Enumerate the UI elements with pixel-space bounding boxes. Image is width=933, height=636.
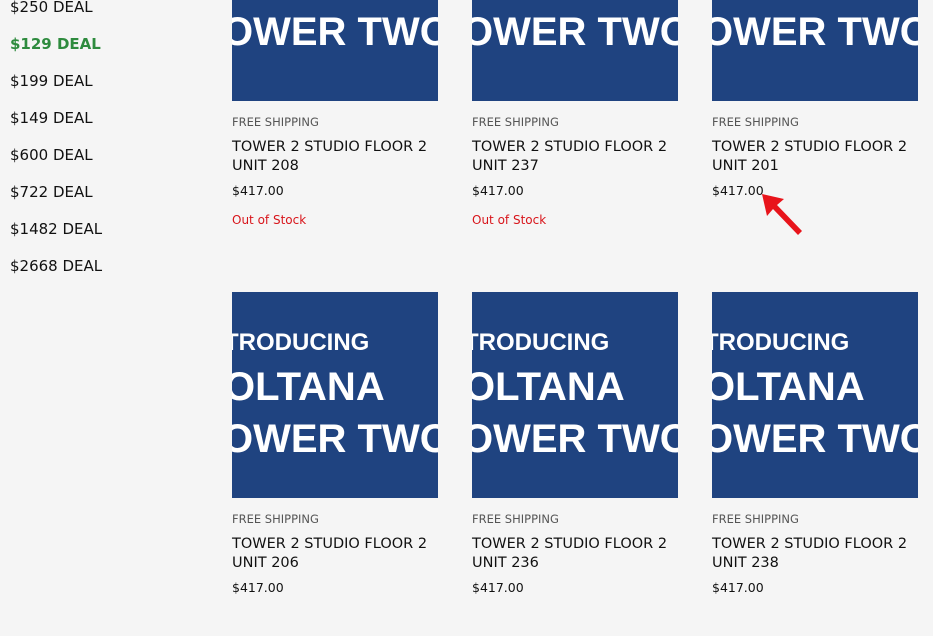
deals-sidebar: $250 DEAL $129 DEAL $199 DEAL $149 DEAL … bbox=[10, 0, 190, 285]
product-price: $417.00 bbox=[472, 183, 524, 198]
product-image[interactable]: TRODUCING OLTANA OWER TWO bbox=[712, 0, 918, 101]
deal-link-199[interactable]: $199 DEAL bbox=[10, 63, 190, 100]
free-shipping-label: FREE SHIPPING bbox=[712, 115, 799, 129]
product-price: $417.00 bbox=[712, 183, 764, 198]
product-image[interactable]: TRODUCING OLTANA OWER TWO bbox=[472, 0, 678, 101]
deal-link-250[interactable]: $250 DEAL bbox=[10, 0, 190, 26]
product-card: TRODUCING OLTANA OWER TWO FREE SHIPPING … bbox=[472, 0, 678, 227]
product-price: $417.00 bbox=[712, 580, 764, 595]
product-image[interactable]: TRODUCING OLTANA OWER TWO bbox=[232, 292, 438, 498]
thumb-text-line2: OLTANA bbox=[712, 365, 865, 409]
stock-status: Out of Stock bbox=[232, 213, 307, 227]
thumb-text-line3: OWER TWO bbox=[232, 417, 438, 461]
product-card: TRODUCING OLTANA OWER TWO FREE SHIPPING … bbox=[472, 292, 678, 596]
thumb-text-line2: OLTANA bbox=[472, 365, 625, 409]
free-shipping-label: FREE SHIPPING bbox=[232, 115, 319, 129]
thumb-text-line1: TRODUCING bbox=[232, 329, 369, 356]
deal-link-129[interactable]: $129 DEAL bbox=[10, 26, 190, 63]
red-arrow-icon bbox=[762, 194, 802, 235]
thumb-text-line1: TRODUCING bbox=[472, 329, 609, 356]
product-title-link[interactable]: TOWER 2 STUDIO FLOOR 2 UNIT 237 bbox=[472, 138, 678, 176]
product-card: TRODUCING OLTANA OWER TWO FREE SHIPPING … bbox=[712, 0, 918, 213]
product-title-link[interactable]: TOWER 2 STUDIO FLOOR 2 UNIT 236 bbox=[472, 535, 678, 573]
thumb-text-line3: OWER TWO bbox=[712, 417, 918, 461]
stock-status: Out of Stock bbox=[472, 213, 547, 227]
deal-link-1482[interactable]: $1482 DEAL bbox=[10, 211, 190, 248]
product-card: TRODUCING OLTANA OWER TWO FREE SHIPPING … bbox=[712, 292, 918, 596]
product-image[interactable]: TRODUCING OLTANA OWER TWO bbox=[712, 292, 918, 498]
product-price: $417.00 bbox=[232, 183, 284, 198]
thumb-text-line3: OWER TWO bbox=[232, 10, 438, 54]
thumb-text-line3: OWER TWO bbox=[472, 417, 678, 461]
free-shipping-label: FREE SHIPPING bbox=[472, 512, 559, 526]
deal-link-600[interactable]: $600 DEAL bbox=[10, 137, 190, 174]
deal-link-149[interactable]: $149 DEAL bbox=[10, 100, 190, 137]
product-card: TRODUCING OLTANA OWER TWO FREE SHIPPING … bbox=[232, 292, 438, 596]
free-shipping-label: FREE SHIPPING bbox=[712, 512, 799, 526]
free-shipping-label: FREE SHIPPING bbox=[232, 512, 319, 526]
deal-link-2668[interactable]: $2668 DEAL bbox=[10, 248, 190, 285]
thumb-text-line3: OWER TWO bbox=[712, 10, 918, 54]
product-image[interactable]: TRODUCING OLTANA OWER TWO bbox=[232, 0, 438, 101]
product-price: $417.00 bbox=[232, 580, 284, 595]
thumb-text-line2: OLTANA bbox=[232, 0, 385, 4]
product-price: $417.00 bbox=[472, 580, 524, 595]
thumb-text-line1: TRODUCING bbox=[712, 329, 849, 356]
product-image[interactable]: TRODUCING OLTANA OWER TWO bbox=[472, 292, 678, 498]
thumb-text-line2: OLTANA bbox=[472, 0, 625, 4]
deal-link-722[interactable]: $722 DEAL bbox=[10, 174, 190, 211]
thumb-text-line2: OLTANA bbox=[712, 0, 865, 4]
product-title-link[interactable]: TOWER 2 STUDIO FLOOR 2 UNIT 238 bbox=[712, 535, 918, 573]
product-title-link[interactable]: TOWER 2 STUDIO FLOOR 2 UNIT 201 bbox=[712, 138, 918, 176]
thumb-text-line2: OLTANA bbox=[232, 365, 385, 409]
thumb-text-line3: OWER TWO bbox=[472, 10, 678, 54]
product-card: TRODUCING OLTANA OWER TWO FREE SHIPPING … bbox=[232, 0, 438, 227]
free-shipping-label: FREE SHIPPING bbox=[472, 115, 559, 129]
product-title-link[interactable]: TOWER 2 STUDIO FLOOR 2 UNIT 208 bbox=[232, 138, 438, 176]
product-title-link[interactable]: TOWER 2 STUDIO FLOOR 2 UNIT 206 bbox=[232, 535, 438, 573]
